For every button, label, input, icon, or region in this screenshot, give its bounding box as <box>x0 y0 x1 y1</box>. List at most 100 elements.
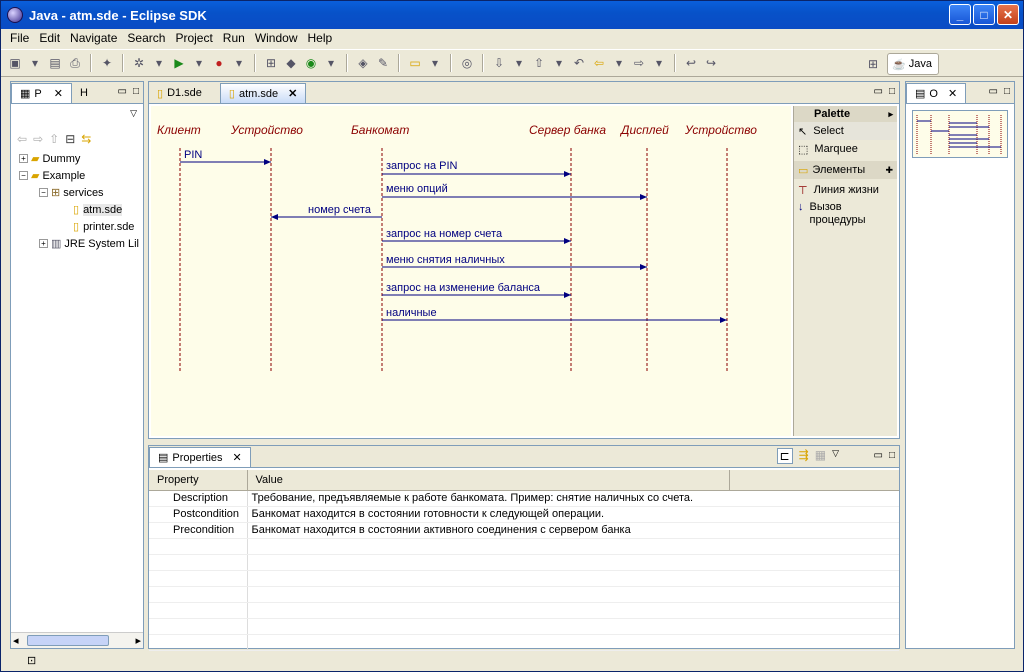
star-icon[interactable]: ✦ <box>99 55 115 71</box>
menu-file[interactable]: File <box>5 31 34 45</box>
open-type-icon[interactable]: ◈ <box>355 55 371 71</box>
menu-search[interactable]: Search <box>122 31 170 45</box>
property-value[interactable]: Банкомат находится в состоянии активного… <box>247 522 899 539</box>
dropdown-icon[interactable]: ▾ <box>323 55 339 71</box>
close-icon[interactable]: ✕ <box>54 87 63 100</box>
title-bar[interactable]: Java - atm.sde - Eclipse SDK _ □ ✕ <box>1 1 1023 29</box>
lifeline-label-atm[interactable]: Банкомат <box>351 123 409 137</box>
tab-atm-sde[interactable]: ▯ atm.sde ✕ <box>219 83 307 103</box>
horizontal-scrollbar[interactable]: ◂ ▸ <box>11 632 143 648</box>
column-header-property[interactable]: Property <box>149 470 248 491</box>
fast-view-icon[interactable]: ⊡ <box>27 654 36 667</box>
collapse-icon[interactable]: − <box>19 171 28 180</box>
dropdown-icon[interactable]: ▾ <box>27 55 43 71</box>
menu-navigate[interactable]: Navigate <box>65 31 122 45</box>
palette-element-lifeline[interactable]: ⊤ Линия жизни <box>794 181 897 199</box>
column-header-value[interactable]: Value <box>247 470 730 491</box>
close-icon[interactable]: ✕ <box>948 87 957 100</box>
message-label-options-menu[interactable]: меню опций <box>386 183 448 195</box>
expand-icon[interactable]: + <box>39 239 48 248</box>
palette-tool-marquee[interactable]: ⬚ Marquee <box>794 140 897 158</box>
print-icon[interactable]: ⎙ <box>67 55 83 71</box>
close-button[interactable]: ✕ <box>997 4 1019 25</box>
undo-icon[interactable]: ↩ <box>683 55 699 71</box>
palette-element-procedure-call[interactable]: ↓ Вызов процедуры <box>794 199 897 229</box>
maximize-view-icon[interactable]: □ <box>133 86 139 97</box>
collapse-icon[interactable]: − <box>39 188 48 197</box>
close-icon[interactable]: ✕ <box>233 451 242 464</box>
debug-icon[interactable]: ✲ <box>131 55 147 71</box>
lifeline-label-device[interactable]: Устройство <box>230 123 303 137</box>
message-label-pin[interactable]: PIN <box>184 149 202 161</box>
new-project-icon[interactable]: ⊞ <box>263 55 279 71</box>
message-label-account-number[interactable]: номер счета <box>308 204 372 216</box>
forward-icon[interactable]: ⇨ <box>33 132 43 146</box>
scroll-thumb[interactable] <box>27 635 109 646</box>
dropdown-icon[interactable]: ▾ <box>151 55 167 71</box>
forward-icon[interactable]: ⇨ <box>631 55 647 71</box>
menu-run[interactable]: Run <box>218 31 250 45</box>
tree-item-atm-sde[interactable]: ▯ atm.sde <box>11 201 143 218</box>
open-folder-icon[interactable]: ▭ <box>407 55 423 71</box>
tab-properties[interactable]: ▤ Properties ✕ <box>149 447 251 467</box>
message-label-account-request[interactable]: запрос на номер счета <box>386 228 503 240</box>
search-icon[interactable]: ✎ <box>375 55 391 71</box>
view-menu-icon[interactable]: ▽ <box>130 108 137 119</box>
open-perspective-icon[interactable]: ⊞ <box>865 56 881 72</box>
scroll-right-icon[interactable]: ▸ <box>135 634 141 647</box>
next-annotation-icon[interactable]: ⇩ <box>491 55 507 71</box>
outline-thumbnail[interactable] <box>912 110 1008 158</box>
last-edit-icon[interactable]: ↶ <box>571 55 587 71</box>
prev-annotation-icon[interactable]: ⇧ <box>531 55 547 71</box>
close-icon[interactable]: ✕ <box>288 87 297 100</box>
message-label-cash[interactable]: наличные <box>386 307 437 319</box>
palette-collapse-icon[interactable]: ▸ <box>888 109 893 120</box>
view-menu-icon[interactable]: ▽ <box>832 448 839 464</box>
table-row[interactable]: Postcondition Банкомат находится в состо… <box>149 506 899 523</box>
message-label-balance-change[interactable]: запрос на изменение баланса <box>386 282 541 294</box>
collapse-all-icon[interactable]: ⊟ <box>65 132 75 146</box>
tree-item-jre[interactable]: + ▥ JRE System Lil <box>11 235 143 252</box>
lifeline-label-display[interactable]: Дисплей <box>619 123 669 137</box>
tab-outline[interactable]: ▤ O ✕ <box>906 83 967 103</box>
restore-default-icon[interactable]: ▦ <box>815 448 826 464</box>
external-tools-icon[interactable]: ● <box>211 55 227 71</box>
new-package-icon[interactable]: ◆ <box>283 55 299 71</box>
minimize-view-icon[interactable]: ▭ <box>874 86 883 97</box>
tab-package-explorer[interactable]: ▦ P ✕ <box>11 83 72 103</box>
dropdown-icon[interactable]: ▾ <box>191 55 207 71</box>
table-row[interactable]: Description Требование, предъявляемые к … <box>149 490 899 507</box>
table-row[interactable]: Precondition Банкомат находится в состоя… <box>149 522 899 539</box>
message-label-withdraw-menu[interactable]: меню снятия наличных <box>386 254 505 266</box>
run-icon[interactable]: ▶ <box>171 55 187 71</box>
save-icon[interactable]: ▤ <box>47 55 63 71</box>
dropdown-icon[interactable]: ▾ <box>651 55 667 71</box>
back-icon[interactable]: ⇦ <box>591 55 607 71</box>
back-icon[interactable]: ⇦ <box>17 132 27 146</box>
redo-icon[interactable]: ↪ <box>703 55 719 71</box>
annotation-icon[interactable]: ◎ <box>459 55 475 71</box>
menu-project[interactable]: Project <box>170 31 217 45</box>
tree-item-dummy[interactable]: + ▰ Dummy <box>11 150 143 167</box>
tab-d1-sde[interactable]: ▯ D1.sde <box>149 83 210 103</box>
lifeline-label-bank-server[interactable]: Сервер банка <box>529 123 606 137</box>
menu-window[interactable]: Window <box>250 31 303 45</box>
maximize-button[interactable]: □ <box>973 4 995 25</box>
minimize-view-icon[interactable]: ▭ <box>118 86 127 97</box>
tab-hierarchy[interactable]: H <box>72 83 96 103</box>
dropdown-icon[interactable]: ▾ <box>511 55 527 71</box>
palette-drawer-elements[interactable]: ▭ Элементы ✚ <box>794 161 897 179</box>
minimize-view-icon[interactable]: ▭ <box>989 86 998 97</box>
palette-title[interactable]: Palette <box>814 108 850 120</box>
new-icon[interactable]: ▣ <box>7 55 23 71</box>
tree-item-services[interactable]: − ⊞ services <box>11 184 143 201</box>
maximize-view-icon[interactable]: □ <box>1004 86 1010 97</box>
dropdown-icon[interactable]: ▾ <box>611 55 627 71</box>
up-icon[interactable]: ⇧ <box>49 132 59 146</box>
dropdown-icon[interactable]: ▾ <box>231 55 247 71</box>
show-categories-icon[interactable]: ⊏ <box>776 448 793 464</box>
new-class-icon[interactable]: ◉ <box>303 55 319 71</box>
message-label-pin-request[interactable]: запрос на PIN <box>386 160 458 172</box>
scroll-left-icon[interactable]: ◂ <box>13 634 19 647</box>
menu-help[interactable]: Help <box>303 31 338 45</box>
